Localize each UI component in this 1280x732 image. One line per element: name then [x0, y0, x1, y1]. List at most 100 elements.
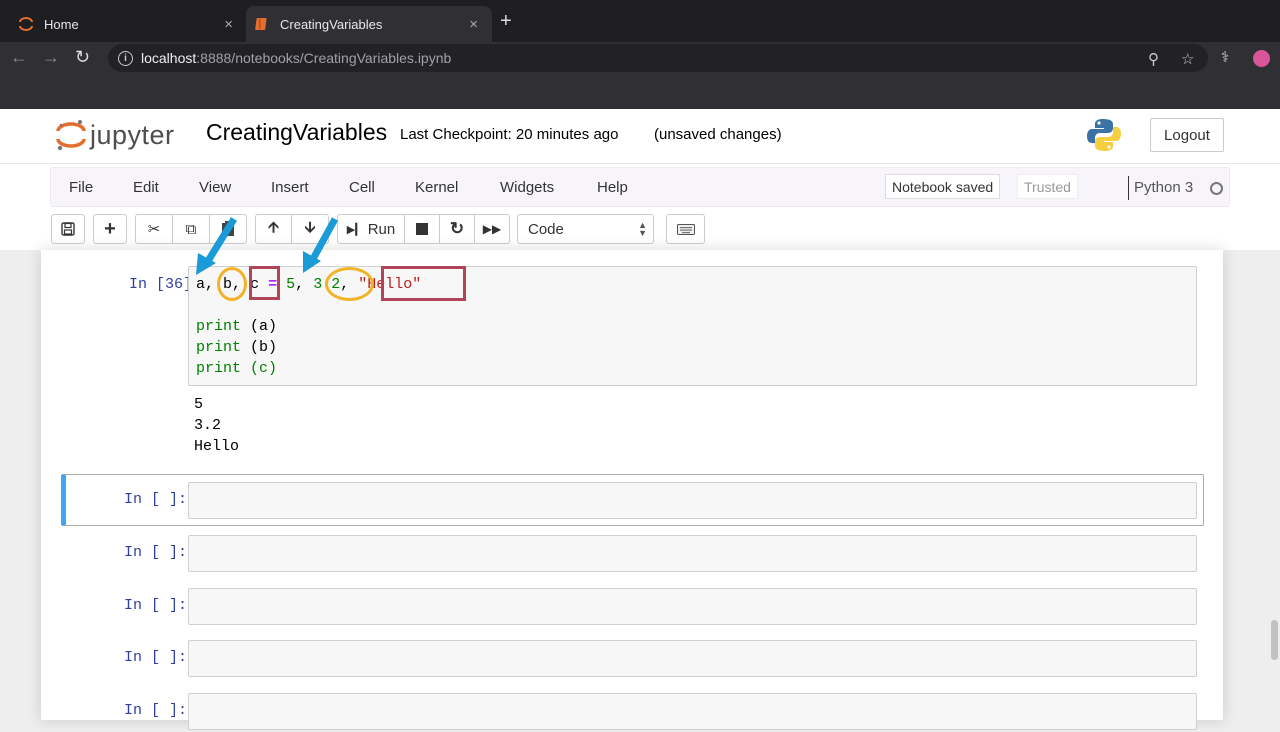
- insert-cell-button[interactable]: +: [93, 214, 127, 244]
- code-arg: (a): [241, 318, 278, 335]
- save-icon: [61, 222, 75, 236]
- url-host: localhost: [141, 50, 197, 66]
- input-prompt: In [ ]:: [123, 649, 187, 666]
- notebook-saved-indicator: Notebook saved: [885, 174, 1001, 199]
- logout-button[interactable]: Logout: [1150, 118, 1224, 152]
- tab-creatingvariables[interactable]: CreatingVariables ×: [246, 6, 492, 42]
- run-button[interactable]: ▶▎ Run: [337, 214, 405, 244]
- cell-input[interactable]: [188, 535, 1197, 572]
- code-cell[interactable]: In [ ]:: [61, 587, 1204, 627]
- menu-file[interactable]: File: [69, 179, 93, 196]
- arrow-up-icon: 🡩: [268, 218, 279, 236]
- jupyter-favicon-icon: [19, 17, 33, 31]
- restart-run-all-button[interactable]: ▶▶: [474, 214, 510, 244]
- code-arg: (b): [241, 339, 278, 356]
- code-keyword: print: [196, 318, 242, 335]
- profile-avatar[interactable]: [1253, 50, 1270, 67]
- input-prompt: In [ ]:: [123, 544, 187, 561]
- cell-input[interactable]: [188, 482, 1197, 519]
- output-line: Hello: [194, 438, 240, 455]
- plus-icon: +: [104, 217, 116, 240]
- cell-input[interactable]: [188, 693, 1197, 730]
- interrupt-button[interactable]: [404, 214, 440, 244]
- restart-icon: ↻: [449, 219, 465, 238]
- menubar: File Edit View Insert Cell Kernel Widget…: [50, 167, 1230, 207]
- kernel-separator: [1128, 176, 1129, 200]
- info-icon[interactable]: i: [118, 50, 133, 66]
- scissors-icon: ✂: [147, 221, 161, 238]
- keyboard-icon: [676, 223, 695, 235]
- cell-type-value: Code: [528, 220, 564, 238]
- code-keyword: print: [196, 360, 242, 377]
- select-arrows-icon: ▲ ▼: [638, 220, 647, 238]
- save-button[interactable]: [51, 214, 85, 244]
- step-forward-icon: ▶▎: [346, 223, 364, 236]
- zoom-icon[interactable]: ⚲: [1148, 50, 1159, 68]
- run-label: Run: [367, 220, 396, 238]
- menu-insert[interactable]: Insert: [271, 179, 309, 196]
- jupyter-logo[interactable]: jupyter: [56, 117, 175, 153]
- fast-forward-icon: ▶▶: [482, 222, 502, 236]
- url-path: :8888/notebooks/CreatingVariables.ipynb: [196, 50, 452, 66]
- menu-edit[interactable]: Edit: [133, 179, 159, 196]
- annotation-rect-c: [249, 266, 280, 300]
- bookmark-bar: [0, 74, 1280, 109]
- bookmark-star-icon[interactable]: ☆: [1181, 50, 1194, 68]
- cut-button[interactable]: ✂: [135, 214, 173, 244]
- code-line: print (b): [196, 337, 277, 358]
- cell-type-select[interactable]: Code ▲ ▼: [517, 214, 654, 244]
- code-cell[interactable]: In [ ]:: [61, 534, 1204, 574]
- browser-toolbar: ← → ↻ i localhost:8888/notebooks/Creatin…: [0, 42, 1280, 74]
- menu-kernel[interactable]: Kernel: [415, 179, 458, 196]
- python-logo-icon: [1087, 119, 1121, 151]
- incognito-icon[interactable]: ⚕: [1221, 48, 1229, 66]
- annotation-arrow-icon: [196, 217, 237, 275]
- notebook-area: In [36]: a, b, c = 5, 3.2, "Hello" print…: [0, 250, 1280, 730]
- new-tab-button[interactable]: +: [500, 10, 512, 33]
- menu-widgets[interactable]: Widgets: [500, 179, 554, 196]
- command-palette-button[interactable]: [666, 214, 705, 244]
- close-tab-icon[interactable]: ×: [469, 16, 478, 33]
- page-scrollbar[interactable]: [1271, 620, 1278, 660]
- kernel-name[interactable]: Python 3: [1134, 179, 1193, 196]
- jupyter-logo-icon: [56, 120, 86, 151]
- code-cell[interactable]: In [ ]:: [61, 639, 1204, 679]
- cell-input[interactable]: [188, 588, 1197, 625]
- code-arg: (c): [241, 360, 278, 377]
- code-cell[interactable]: In [ ]:: [61, 692, 1204, 732]
- tab-title: CreatingVariables: [280, 16, 383, 32]
- code-cell[interactable]: In [ ]:: [61, 474, 1204, 526]
- code-token: 5: [286, 276, 296, 293]
- kernel-idle-icon: [1210, 182, 1223, 195]
- annotation-arrow-icon: [303, 217, 339, 273]
- notebook-name[interactable]: CreatingVariables: [206, 119, 387, 146]
- move-up-button[interactable]: 🡩: [255, 214, 292, 244]
- trusted-indicator[interactable]: Trusted: [1017, 174, 1078, 199]
- cell-input[interactable]: [188, 640, 1197, 677]
- jupyter-logo-text: jupyter: [90, 119, 175, 150]
- menu-view[interactable]: View: [199, 179, 231, 196]
- input-prompt: In [36]:: [128, 276, 201, 293]
- cell-output: 5 3.2 Hello: [194, 394, 239, 457]
- reload-icon[interactable]: ↻: [75, 47, 90, 68]
- tab-title: Home: [44, 16, 79, 32]
- close-tab-icon[interactable]: ×: [224, 16, 233, 33]
- tab-home[interactable]: Home ×: [10, 6, 245, 42]
- browser-tab-strip: Home × CreatingVariables × +: [0, 0, 1280, 42]
- jupyter-header: jupyter CreatingVariables Last Checkpoin…: [0, 109, 1280, 164]
- forward-icon[interactable]: →: [42, 47, 60, 68]
- code-keyword: print: [196, 339, 242, 356]
- notebook-favicon-icon: [255, 18, 267, 30]
- menu-cell[interactable]: Cell: [349, 179, 375, 196]
- unsaved-changes: (unsaved changes): [654, 126, 782, 143]
- menu-help[interactable]: Help: [597, 179, 628, 196]
- stop-icon: [416, 223, 428, 235]
- code-line: print (c): [196, 358, 277, 379]
- restart-button[interactable]: ↻: [439, 214, 475, 244]
- output-line: 3.2: [194, 417, 222, 434]
- notebook-container: In [36]: a, b, c = 5, 3.2, "Hello" print…: [41, 250, 1223, 730]
- back-icon[interactable]: ←: [10, 47, 28, 68]
- address-bar[interactable]: i localhost:8888/notebooks/CreatingVaria…: [108, 44, 1208, 72]
- input-prompt: In [ ]:: [123, 491, 187, 508]
- last-checkpoint: Last Checkpoint: 20 minutes ago: [400, 126, 619, 143]
